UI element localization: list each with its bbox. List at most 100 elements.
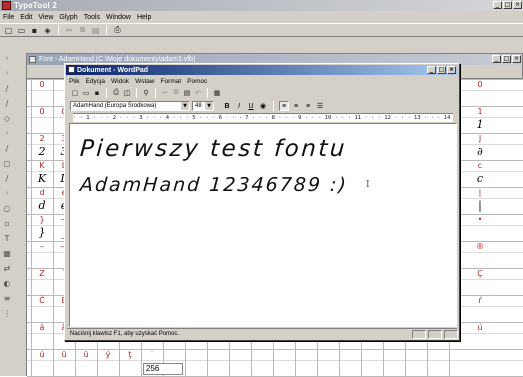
close-icon[interactable]: × xyxy=(447,66,456,74)
app-title-bar[interactable]: TypeTool 2 _ □ × xyxy=(0,0,523,11)
glyph-cell-label[interactable]: á xyxy=(31,323,53,333)
glyph-cell-label[interactable]: 0 xyxy=(469,80,491,90)
print-preview-icon[interactable]: ◫ xyxy=(122,88,132,98)
glyph-cell-preview[interactable]: 1 xyxy=(469,118,491,132)
glyph-cell-preview[interactable]: ∂ xyxy=(469,145,491,159)
hand-tool-icon[interactable]: ◇ xyxy=(1,113,13,125)
menu-glyph[interactable]: Glyph xyxy=(59,14,77,21)
menu-tools[interactable]: Tools xyxy=(84,14,100,21)
menu-file[interactable]: File xyxy=(3,14,14,21)
font-icon[interactable]: ◈ xyxy=(42,25,53,36)
glyph-cell-label[interactable]: J xyxy=(469,134,491,144)
font-name-select[interactable]: AdamHand (Europa Środkowa) ▼ xyxy=(70,100,190,111)
menu-widok[interactable]: Widok xyxy=(111,78,129,85)
menu-edycja[interactable]: Edycja xyxy=(85,78,105,85)
menu-wstaw[interactable]: Wstaw xyxy=(135,78,155,85)
glyph-cell-label[interactable]: c xyxy=(469,161,491,171)
menu-edit[interactable]: Edit xyxy=(20,14,32,21)
glyph-cell-preview[interactable]: d xyxy=(31,199,53,213)
menu-view[interactable]: View xyxy=(38,14,53,21)
glyph-cell-preview[interactable]: 2 xyxy=(31,145,53,159)
glyph-cell-label[interactable]: ŕ xyxy=(469,296,491,306)
glyph-cell-label[interactable]: ˙ xyxy=(141,350,163,360)
menu-plik[interactable]: Plik xyxy=(69,78,79,85)
glyph-cell-label[interactable]: d xyxy=(31,188,53,198)
cut-icon[interactable]: ✂ xyxy=(160,88,170,98)
align-right-icon[interactable]: ≡ xyxy=(303,101,313,111)
glyph-cell-label[interactable]: – xyxy=(31,242,53,252)
pointer-tool-icon[interactable]: ◦ xyxy=(1,53,13,65)
save-icon[interactable]: ▪ xyxy=(29,25,40,36)
wordpad-title-bar[interactable]: Dokument - WordPad _ □ × xyxy=(66,65,458,75)
undo-icon[interactable]: ↶ xyxy=(193,88,203,98)
knife-tool-icon[interactable]: ∕ xyxy=(1,98,13,110)
align-left-icon[interactable]: ≡ xyxy=(279,100,289,111)
glyph-cell-label[interactable]: 1 xyxy=(469,107,491,117)
shape-tool-icon[interactable]: ◦ xyxy=(1,188,13,200)
more-tool-icon[interactable]: ⋮ xyxy=(1,308,13,320)
rotate-tool-icon[interactable]: ∕ xyxy=(1,143,13,155)
zoom-tool-icon[interactable]: ◦ xyxy=(1,128,13,140)
open-icon[interactable]: ▭ xyxy=(81,88,91,98)
color-icon[interactable]: ◉ xyxy=(258,101,268,111)
glyph-cell-label[interactable]: ţ xyxy=(119,350,141,360)
chevron-down-icon[interactable]: ▼ xyxy=(205,101,213,110)
glyph-cell-label[interactable]: • xyxy=(469,215,491,225)
new-icon[interactable]: ▢ xyxy=(70,88,80,98)
glyph-cell-label[interactable]: ü xyxy=(53,350,75,360)
glyph-cell-label[interactable]: Ç xyxy=(469,269,491,279)
insert-date-icon[interactable]: ▦ xyxy=(212,88,222,98)
glyph-cell-label[interactable]: Z xyxy=(31,269,53,279)
print-icon[interactable]: ⎙ xyxy=(112,25,123,36)
glyph-cell-label[interactable]: 2 xyxy=(31,134,53,144)
glyph-cell-label[interactable]: ý xyxy=(97,350,119,360)
chevron-down-icon[interactable]: ▼ xyxy=(181,101,189,110)
bold-button[interactable]: B xyxy=(222,101,232,111)
glyph-cell-label[interactable]: Č xyxy=(31,296,53,306)
print-icon[interactable]: ⎙ xyxy=(111,88,121,98)
cut-icon[interactable]: ✂ xyxy=(64,25,75,36)
glyph-cell-preview[interactable]: K xyxy=(31,172,53,186)
menu-format[interactable]: Format xyxy=(161,78,182,85)
maximize-icon[interactable]: □ xyxy=(502,55,511,63)
new-icon[interactable]: ▢ xyxy=(3,25,14,36)
underline-button[interactable]: U xyxy=(246,101,256,111)
glyph-cell-label[interactable]: ® xyxy=(469,242,491,252)
copy-icon[interactable]: ⧉ xyxy=(171,88,181,98)
menu-pomoc[interactable]: Pomoc xyxy=(187,78,207,85)
bullets-icon[interactable]: ☰ xyxy=(315,101,325,111)
minimize-icon[interactable]: _ xyxy=(427,66,436,74)
close-icon[interactable]: × xyxy=(513,1,522,9)
maximize-icon[interactable]: □ xyxy=(437,66,446,74)
glyph-cell-label[interactable]: } xyxy=(31,215,53,225)
node-tool-icon[interactable]: ◦ xyxy=(1,68,13,80)
pen-tool-icon[interactable]: ∕ xyxy=(1,83,13,95)
document-area[interactable]: Pierwszy test fontu AdamHand 12346789 :)… xyxy=(69,123,457,327)
italic-button[interactable]: I xyxy=(234,101,244,111)
close-icon[interactable]: × xyxy=(512,55,521,63)
glyph-cell-label[interactable]: K xyxy=(31,161,53,171)
glyph-cell-label[interactable]: ú xyxy=(31,350,53,360)
ruler[interactable]: · · 1 · · · 2 · · · 3 · · · 4 · · · 5 · … xyxy=(73,113,453,122)
save-icon[interactable]: ▪ xyxy=(92,88,102,98)
mask-tool-icon[interactable]: ◐ xyxy=(1,278,13,290)
glyph-cell-preview[interactable]: | xyxy=(469,199,491,213)
glyph-cell-label[interactable]: 0 xyxy=(31,80,53,90)
align-center-icon[interactable]: ≡ xyxy=(291,101,301,111)
glyph-cell-preview[interactable]: } xyxy=(31,226,53,240)
rect-tool-icon[interactable]: ▫ xyxy=(1,218,13,230)
open-icon[interactable]: ▭ xyxy=(16,25,27,36)
minimize-icon[interactable]: _ xyxy=(493,1,502,9)
menu-help[interactable]: Help xyxy=(137,14,151,21)
resize-grip-icon[interactable] xyxy=(444,330,458,339)
find-icon[interactable]: ⚲ xyxy=(141,88,151,98)
flip-tool-icon[interactable]: ⇄ xyxy=(1,263,13,275)
measure-tool-icon[interactable]: ∕ xyxy=(1,173,13,185)
menu-window[interactable]: Window xyxy=(106,14,131,21)
layer-tool-icon[interactable]: ≡ xyxy=(1,293,13,305)
scale-tool-icon[interactable]: ◻ xyxy=(1,158,13,170)
paste-icon[interactable]: ▤ xyxy=(90,25,101,36)
font-size-select[interactable]: 48 ▼ xyxy=(192,100,214,111)
minimize-icon[interactable]: _ xyxy=(492,55,501,63)
copy-icon[interactable]: ⧉ xyxy=(77,25,88,36)
